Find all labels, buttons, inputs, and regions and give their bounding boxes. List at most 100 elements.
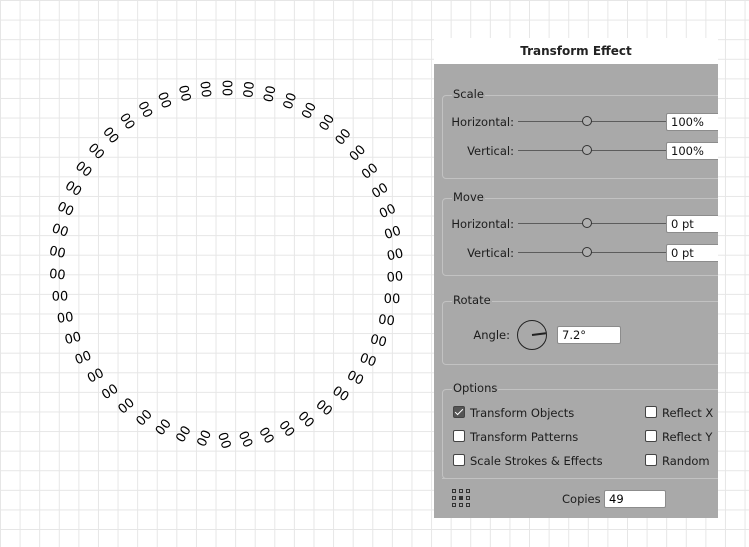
reflect-x-option[interactable]: Reflect X	[645, 405, 713, 421]
glyph-copy: 00	[259, 84, 277, 103]
scale-strokes-checkbox[interactable]	[453, 454, 465, 466]
glyph-copy: 00	[216, 430, 235, 450]
scale-horizontal-input[interactable]: 100%	[666, 113, 718, 131]
transform-objects-option[interactable]: Transform Objects	[453, 405, 574, 421]
rotate-angle-input[interactable]: 7.2°	[557, 326, 621, 344]
scale-vertical-label: Vertical:	[467, 144, 514, 158]
move-vertical-input[interactable]: 0 pt	[666, 244, 718, 262]
transform-patterns-checkbox[interactable]	[453, 430, 465, 442]
glyph-copy: 00	[116, 111, 138, 133]
transform-objects-label: Transform Objects	[470, 406, 575, 420]
move-group-title: Move	[452, 190, 485, 204]
reflect-y-checkbox[interactable]	[645, 430, 657, 442]
glyph-copy: 00	[257, 424, 278, 446]
scale-horizontal-slider-thumb[interactable]	[582, 116, 592, 126]
glyph-copy: 00	[331, 381, 353, 403]
scale-vertical-slider-track[interactable]	[518, 150, 666, 151]
move-horizontal-slider-thumb[interactable]	[582, 218, 592, 228]
random-checkbox[interactable]	[645, 454, 657, 466]
copies-input[interactable]: 49	[604, 490, 666, 508]
glyph-copy: 00	[239, 80, 256, 98]
glyph-copy: 00	[48, 244, 67, 262]
glyph-copy: 00	[297, 99, 318, 120]
scale-horizontal-label: Horizontal:	[451, 115, 514, 129]
glyph-copy: 00	[56, 310, 74, 327]
rotate-group: Rotate Angle: 7.2°	[442, 293, 718, 365]
move-vertical-slider-thumb[interactable]	[582, 247, 592, 257]
move-vertical-label: Vertical:	[467, 246, 514, 260]
copies-label: Copies	[562, 492, 601, 506]
glyph-copy: 00	[153, 416, 175, 438]
angle-dial-icon[interactable]	[517, 320, 547, 350]
scale-horizontal-slider-track[interactable]	[518, 121, 666, 122]
panel-title: Transform Effect	[434, 38, 718, 64]
glyph-copy: 00	[133, 407, 155, 429]
glyph-copy: 00	[376, 199, 397, 220]
scale-strokes-label: Scale Strokes & Effects	[470, 454, 603, 468]
glyph-copy: 00	[296, 407, 318, 429]
glyph-copy: 00	[384, 289, 401, 304]
rotate-group-title: Rotate	[452, 293, 492, 307]
options-group: Options Transform Objects Transform Patt…	[442, 381, 718, 479]
glyph-copy: 00	[116, 395, 138, 417]
move-vertical-row: Vertical: 0 pt	[443, 244, 718, 262]
glyph-copy: 00	[154, 90, 174, 111]
glyph-copy: 00	[278, 90, 298, 111]
transform-patterns-option[interactable]: Transform Patterns	[453, 429, 578, 445]
options-group-title: Options	[452, 381, 499, 395]
reflect-x-label: Reflect X	[662, 406, 714, 420]
glyph-copy: 00	[314, 395, 336, 417]
glyph-copy: 00	[331, 125, 353, 147]
glyph-copy: 00	[358, 159, 380, 181]
scale-vertical-row: Vertical: 100%	[443, 142, 718, 160]
move-vertical-slider-track[interactable]	[518, 252, 666, 253]
scale-vertical-slider-thumb[interactable]	[582, 145, 592, 155]
transform-patterns-label: Transform Patterns	[470, 430, 579, 444]
glyph-copy: 00	[195, 428, 216, 449]
reflect-x-checkbox[interactable]	[645, 406, 657, 418]
artboard-ring-of-glyphs: 00 00 00 00 00000000000000000000000000000000…	[48, 80, 405, 450]
scale-vertical-input[interactable]: 100%	[666, 142, 718, 160]
glyph-copy: 00	[55, 199, 76, 220]
glyph-copy: 00	[237, 428, 258, 449]
glyph-copy: 00	[219, 80, 234, 97]
glyph-copy: 00	[315, 111, 337, 133]
move-horizontal-label: Horizontal:	[451, 217, 514, 231]
glyph-copy: 00	[134, 99, 155, 120]
move-group: Move Horizontal: 0 pt Vertical: 0 pt	[442, 190, 718, 276]
angle-dial-needle	[531, 332, 547, 336]
glyph-copy: 00	[386, 267, 404, 284]
glyph-copy: 00	[368, 178, 390, 199]
glyph-copy: 00	[85, 141, 107, 163]
glyph-copy: 00	[369, 330, 389, 348]
rotate-angle-label: Angle:	[473, 328, 510, 342]
glyph-copy: 00	[72, 159, 94, 181]
scale-group-title: Scale	[452, 87, 485, 101]
random-label: Random	[662, 454, 710, 468]
transform-objects-checkbox[interactable]	[453, 406, 465, 418]
glyph-copy: 00	[62, 178, 84, 199]
random-option[interactable]: Random	[645, 453, 710, 469]
glyph-copy: 00	[382, 221, 402, 241]
scale-strokes-option[interactable]: Scale Strokes & Effects	[453, 453, 603, 469]
glyph-copy: 00	[385, 244, 404, 262]
move-horizontal-slider-track[interactable]	[518, 223, 666, 224]
scale-horizontal-row: Horizontal: 100%	[443, 113, 718, 131]
move-horizontal-input[interactable]: 0 pt	[666, 215, 718, 233]
scale-group: Scale Horizontal: 100% Vertical: 100%	[442, 87, 718, 179]
glyph-copy: 00	[345, 366, 367, 387]
glyph-copy: 00	[73, 348, 94, 368]
panel-divider	[442, 478, 718, 479]
glyph-copy: 00	[175, 84, 193, 103]
glyph-copy: 00	[277, 416, 299, 438]
glyph-copy: 00	[63, 330, 83, 348]
reference-point-grid-icon[interactable]	[452, 489, 470, 507]
glyph-copy: 00	[196, 80, 213, 98]
glyph-copy: 00	[345, 141, 367, 163]
glyph-copy: 00	[85, 366, 107, 387]
transform-effect-panel: Transform Effect Scale Horizontal: 100% …	[434, 38, 718, 518]
glyph-copy: 00	[52, 289, 69, 304]
glyph-copy: 00	[173, 424, 194, 446]
glyph-copy: 00	[358, 348, 379, 368]
reflect-y-option[interactable]: Reflect Y	[645, 429, 712, 445]
